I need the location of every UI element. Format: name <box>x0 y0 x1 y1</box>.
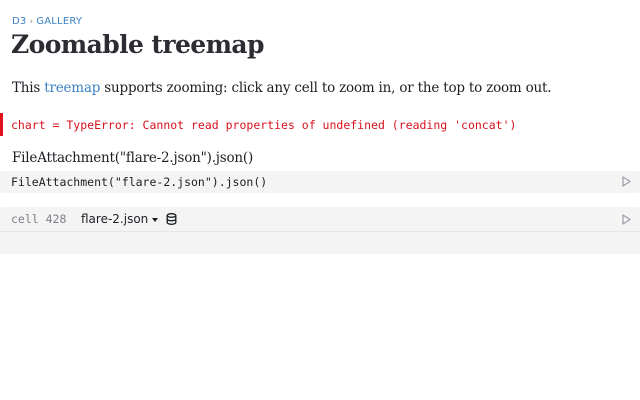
file-select-dropdown[interactable]: flare-2.json <box>81 212 159 226</box>
chevron-down-icon <box>152 217 159 222</box>
breadcrumb: D3 › GALLERY <box>12 16 82 27</box>
play-icon[interactable] <box>622 214 631 225</box>
error-cell[interactable]: chart = TypeError: Cannot read propertie… <box>0 113 640 136</box>
cell-label: cell 428 <box>11 212 67 226</box>
database-icon[interactable] <box>166 213 177 225</box>
breadcrumb-gallery-link[interactable]: GALLERY <box>36 16 82 27</box>
file-attachment-cell[interactable]: cell 428 flare-2.json <box>0 207 640 254</box>
file-cell-header: cell 428 flare-2.json <box>0 207 640 232</box>
code-cell[interactable]: FileAttachment("flare-2.json").json() <box>0 171 640 193</box>
code-text[interactable]: FileAttachment("flare-2.json").json() <box>11 175 267 189</box>
breadcrumb-separator: › <box>29 16 34 27</box>
play-icon[interactable] <box>622 176 631 187</box>
intro-paragraph: This treemap supports zooming: click any… <box>12 80 552 96</box>
intro-text-after: supports zooming: click any cell to zoom… <box>100 80 552 96</box>
file-name: flare-2.json <box>81 212 149 226</box>
breadcrumb-root-link[interactable]: D3 <box>12 16 26 27</box>
error-message: chart = TypeError: Cannot read propertie… <box>11 118 517 132</box>
treemap-link[interactable]: treemap <box>44 80 100 96</box>
page-title: Zoomable treemap <box>11 30 265 59</box>
intro-text-before: This <box>12 80 45 96</box>
error-indicator-bar <box>0 113 3 136</box>
cell-output: FileAttachment("flare-2.json").json() <box>12 150 254 166</box>
